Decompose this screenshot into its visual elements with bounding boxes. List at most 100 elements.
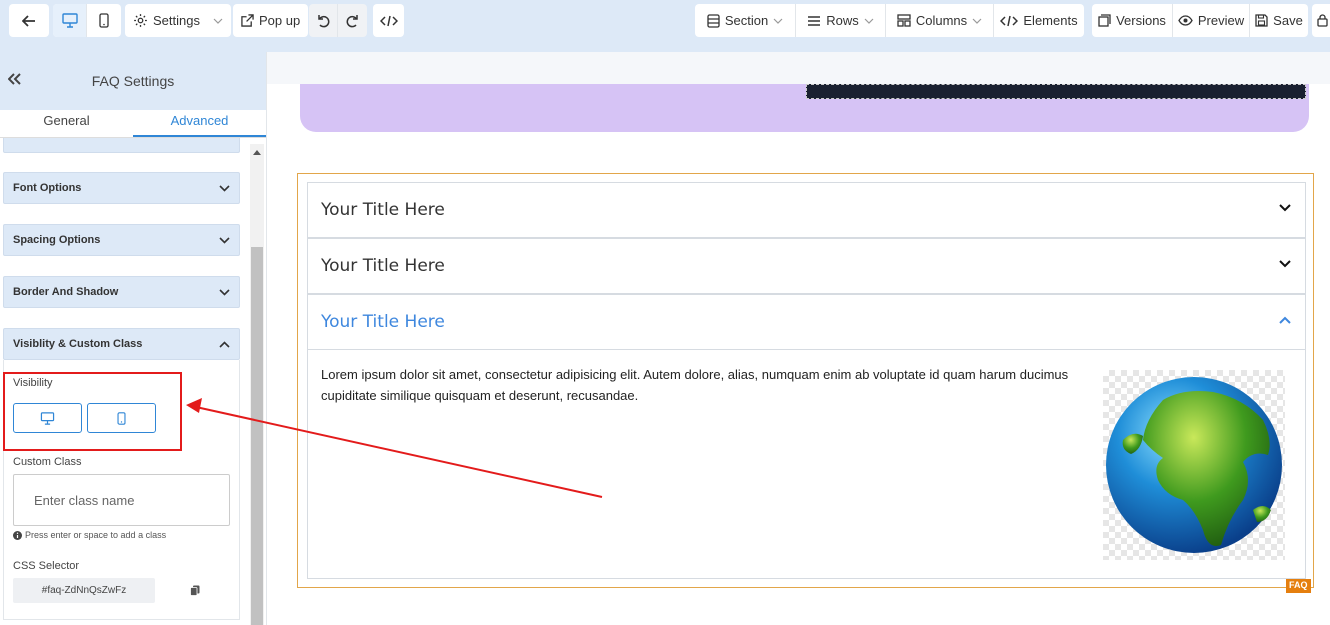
history-controls: [309, 4, 367, 37]
panel-header: FAQ Settings: [0, 52, 266, 110]
section-icon: [707, 13, 720, 28]
accordion-border-and-shadow[interactable]: Border And Shadow: [3, 276, 240, 308]
desktop-view-button[interactable]: [53, 4, 87, 37]
accordion-label: Border And Shadow: [13, 286, 119, 298]
chevron-down-icon: [219, 288, 230, 296]
top-toolbar: Settings Pop up Section Rows Columns Ele…: [0, 0, 1330, 52]
section-label: Section: [724, 13, 769, 28]
accordion-label: Visiblity & Custom Class: [13, 338, 143, 350]
popup-button[interactable]: Pop up: [233, 4, 309, 37]
columns-button[interactable]: Columns: [886, 4, 994, 37]
desktop-icon: [61, 13, 78, 28]
popup-label: Pop up: [259, 13, 301, 28]
save-icon: [1255, 14, 1268, 27]
redo-icon: [346, 14, 358, 27]
faq-answer: Lorem ipsum dolor sit amet, consectetur …: [307, 350, 1306, 579]
faq-answer-text: Lorem ipsum dolor sit amet, consectetur …: [321, 367, 1069, 403]
page-actions: Versions Preview Save: [1092, 4, 1308, 37]
css-selector-value: #faq-ZdNnQsZwFz: [13, 578, 155, 603]
chevron-down-icon: [972, 18, 982, 24]
hint-text: Press enter or space to add a class: [25, 530, 167, 540]
chevron-down-icon: [1279, 260, 1291, 268]
faq-element-tag: FAQ: [1286, 579, 1311, 593]
elements-label: Elements: [1023, 13, 1078, 28]
code-button[interactable]: [373, 4, 404, 37]
code-icon: [379, 15, 398, 26]
mobile-view-button[interactable]: [87, 4, 121, 37]
chevron-up-icon: [219, 340, 230, 348]
double-chevron-left-icon: [7, 73, 21, 85]
hero-image: [806, 84, 1306, 99]
faq-item-title: Your Title Here: [321, 256, 445, 276]
faq-item-title: Your Title Here: [321, 312, 445, 332]
canvas-top-strip: [267, 52, 1330, 84]
device-toggle: [53, 4, 121, 37]
faq-item-title: Your Title Here: [321, 200, 445, 220]
redo-button[interactable]: [338, 4, 367, 37]
rows-icon: [808, 15, 821, 26]
panel-title: FAQ Settings: [91, 73, 175, 89]
versions-label: Versions: [1116, 13, 1166, 28]
gear-icon: [134, 14, 147, 27]
eye-icon: [1178, 15, 1193, 26]
collapse-panel-button[interactable]: [7, 72, 22, 88]
arrow-left-icon: [22, 14, 35, 27]
faq-item-open[interactable]: Your Title Here: [307, 294, 1306, 350]
chevron-down-icon: [219, 184, 230, 192]
custom-class-input[interactable]: Enter class name: [13, 474, 230, 526]
tab-general[interactable]: General: [0, 110, 133, 137]
chevron-down-icon: [219, 236, 230, 244]
elements-button[interactable]: Elements: [994, 4, 1084, 37]
settings-button[interactable]: Settings: [125, 4, 231, 37]
info-icon: [13, 530, 22, 540]
rows-label: Rows: [826, 13, 859, 28]
preview-button[interactable]: Preview: [1173, 4, 1250, 37]
rows-button[interactable]: Rows: [796, 4, 886, 37]
accordion-label: Spacing Options: [13, 234, 101, 246]
versions-button[interactable]: Versions: [1092, 4, 1173, 37]
more-button[interactable]: [1312, 4, 1330, 37]
chevron-down-icon: [213, 18, 223, 24]
panel-scrollbar[interactable]: [250, 144, 264, 625]
save-label: Save: [1273, 13, 1303, 28]
save-button[interactable]: Save: [1250, 4, 1308, 37]
accordion-visibility-custom-class[interactable]: Visiblity & Custom Class: [3, 328, 240, 360]
faq-item[interactable]: Your Title Here: [307, 182, 1306, 238]
undo-button[interactable]: [309, 4, 338, 37]
accordion-font-options[interactable]: Font Options: [3, 172, 240, 204]
accordion-partial[interactable]: [3, 138, 240, 153]
tab-advanced[interactable]: Advanced: [133, 110, 266, 137]
preview-label: Preview: [1197, 13, 1245, 28]
versions-icon: [1098, 14, 1111, 27]
undo-icon: [318, 14, 330, 27]
custom-class-label: Custom Class: [13, 456, 82, 468]
custom-class-hint: Press enter or space to add a class: [13, 530, 166, 540]
settings-label: Settings: [153, 13, 200, 28]
lock-icon: [1317, 14, 1328, 27]
mobile-icon: [99, 13, 109, 28]
external-link-icon: [241, 14, 254, 27]
structure-menu: Section Rows Columns Elements: [695, 4, 1084, 37]
globe-illustration: [1106, 377, 1282, 553]
globe-image: [1103, 370, 1285, 560]
chevron-down-icon: [1279, 204, 1291, 212]
panel-tabs: General Advanced: [0, 110, 266, 138]
accordion-label: Font Options: [13, 182, 82, 194]
copy-selector-button[interactable]: [190, 583, 200, 601]
faq-element[interactable]: Your Title Here Your Title Here Your Tit…: [297, 173, 1314, 588]
scroll-up-icon[interactable]: [253, 150, 261, 155]
panel-scroll-area: Font Options Spacing Options Border And …: [0, 138, 266, 625]
columns-label: Columns: [915, 13, 968, 28]
back-button[interactable]: [9, 4, 49, 37]
accordion-spacing-options[interactable]: Spacing Options: [3, 224, 240, 256]
chevron-up-icon: [1279, 316, 1291, 324]
code-icon: [1000, 15, 1019, 26]
css-selector-label: CSS Selector: [13, 560, 80, 572]
annotation-highlight-box: [3, 372, 182, 451]
chevron-down-icon: [773, 18, 783, 24]
scrollbar-thumb[interactable]: [251, 247, 263, 625]
copy-icon: [190, 585, 200, 596]
section-button[interactable]: Section: [695, 4, 796, 37]
faq-item[interactable]: Your Title Here: [307, 238, 1306, 294]
columns-icon: [897, 14, 911, 27]
